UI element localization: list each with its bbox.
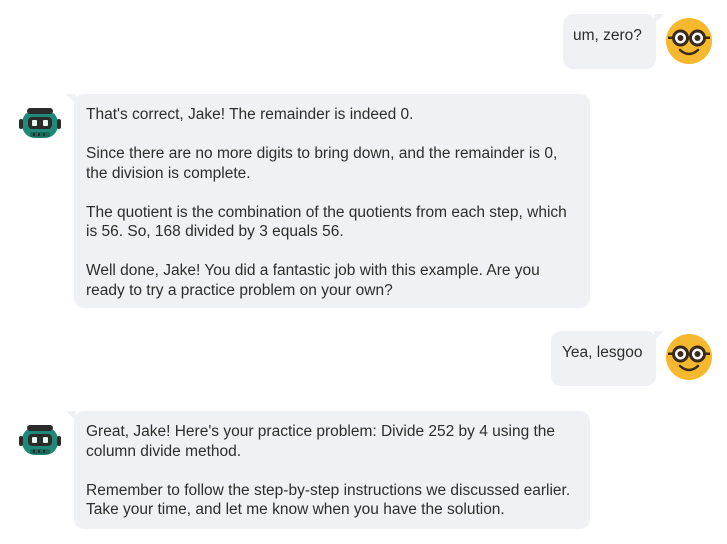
bot-avatar: [18, 104, 62, 149]
message-paragraph: Remember to follow the step-by-step inst…: [86, 481, 571, 519]
message-text: Yea, lesgoo: [562, 344, 643, 361]
bot-avatar: [18, 421, 62, 466]
user-avatar: [665, 333, 713, 386]
message-paragraph: Great, Jake! Here's your practice proble…: [86, 423, 556, 460]
bot-message-bubble: Great, Jake! Here's your practice proble…: [66, 411, 590, 529]
nerd-face-icon: [666, 334, 712, 380]
nerd-face-icon: [666, 18, 712, 64]
user-message-bubble: Yea, lesgoo: [551, 331, 664, 386]
message-paragraph: Well done, Jake! You did a fantastic job…: [86, 262, 540, 299]
user-message-bubble: um, zero?: [563, 14, 664, 69]
message-text: um, zero?: [573, 27, 642, 44]
user-avatar: [665, 17, 713, 70]
message-paragraph: That's correct, Jake! The remainder is i…: [86, 106, 414, 123]
message-paragraph: Since there are no more digits to bring …: [86, 145, 558, 182]
message-paragraph: The quotient is the combination of the q…: [86, 203, 567, 241]
bot-message-bubble: That's correct, Jake! The remainder is i…: [66, 94, 590, 308]
robot-icon: [19, 425, 61, 455]
robot-icon: [19, 108, 61, 138]
